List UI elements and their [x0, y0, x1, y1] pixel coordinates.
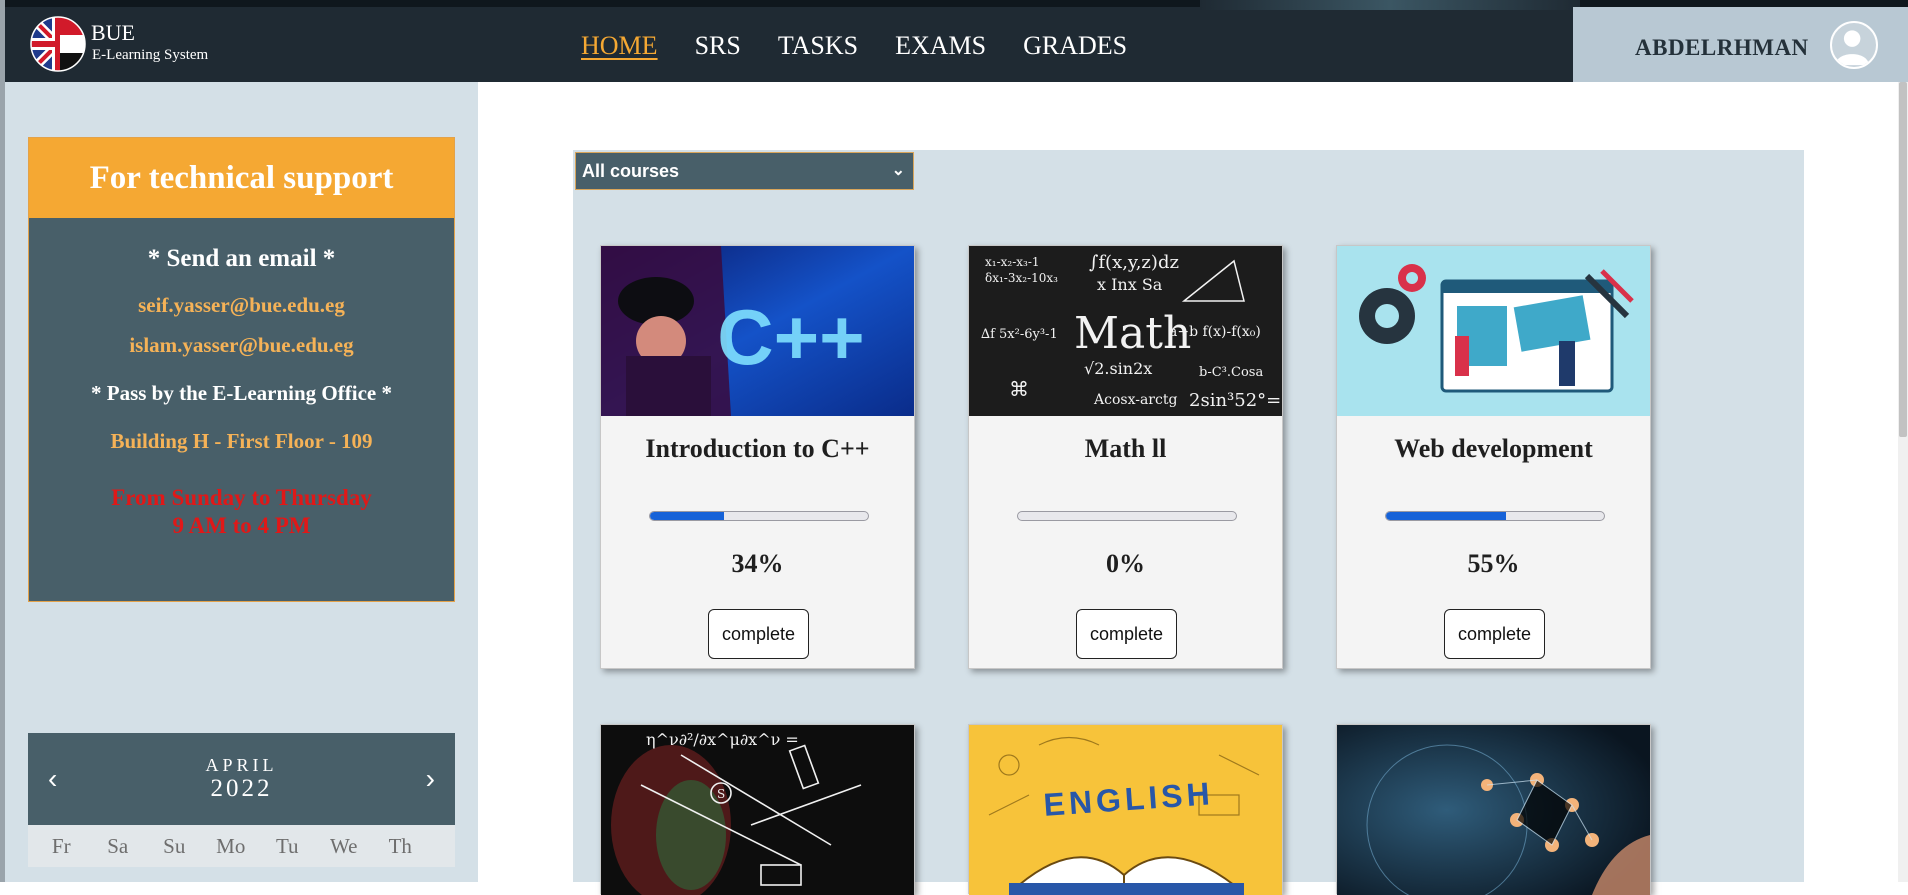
nav-tasks[interactable]: TASKS	[778, 30, 858, 66]
course-title: Introduction to C++	[645, 434, 870, 463]
user-avatar-icon[interactable]	[1830, 21, 1878, 69]
course-title: Web development	[1394, 434, 1593, 463]
svg-text:x₁-x₂-x₃-1: x₁-x₂-x₃-1	[985, 255, 1040, 269]
support-email-2[interactable]: islam.yasser@bue.edu.eg	[29, 333, 454, 358]
top-strip	[0, 0, 1908, 7]
calendar-year: 2022	[210, 775, 273, 802]
math-course-image: Math x₁-x₂-x₃-1 δx₁-3x₂-10x₃ ∫f(x,y,z)dz…	[969, 246, 1282, 416]
course-card[interactable]: ENGLISH	[968, 724, 1283, 895]
course-card[interactable]	[1336, 724, 1651, 895]
course-filter-value: All courses	[582, 161, 680, 181]
user-menu[interactable]: ABDELRHMAN	[1573, 7, 1908, 82]
logo[interactable]: BUE E-Learning System	[30, 16, 220, 76]
svg-text:C++: C++	[717, 293, 864, 381]
technical-support-panel: For technical support * Send an email * …	[28, 137, 455, 602]
support-email-1[interactable]: seif.yasser@bue.edu.eg	[29, 293, 454, 318]
svg-text:δx₁-3x₂-10x₃: δx₁-3x₂-10x₃	[985, 271, 1058, 285]
network-course-image	[1337, 725, 1650, 895]
svg-text:Acosx-arctg: Acosx-arctg	[1093, 392, 1177, 408]
logo-subtitle: E-Learning System	[92, 47, 209, 63]
svg-text:2sin³52°=1: 2sin³52°=1	[1189, 390, 1282, 411]
page-scrollbar[interactable]	[1898, 82, 1908, 882]
svg-text:x Inx Sa: x Inx Sa	[1097, 275, 1163, 294]
support-title: For technical support	[29, 138, 454, 218]
course-progress-bar	[1385, 511, 1605, 521]
course-card[interactable]: η^ν∂²/∂x^μ∂x^ν = S	[600, 724, 915, 895]
svg-text:∆f 5x²-6y³-1: ∆f 5x²-6y³-1	[981, 327, 1058, 342]
office-hours-time: 9 AM to 4 PM	[172, 513, 311, 538]
nav-srs[interactable]: SRS	[695, 30, 741, 66]
nav-grades[interactable]: GRADES	[1023, 30, 1127, 66]
logo-title: BUE	[91, 20, 135, 45]
weekday-th: Th	[388, 834, 412, 858]
course-title: Math ll	[1084, 434, 1167, 463]
weekday-tu: Tu	[275, 834, 299, 858]
calendar-weekdays: Fr Sa Su Mo Tu We Th	[28, 825, 455, 867]
svg-text:b-C³.Cosa: b-C³.Cosa	[1199, 365, 1263, 380]
course-progress-label: 34%	[731, 549, 784, 578]
complete-button[interactable]: complete	[708, 609, 809, 659]
svg-text:√2.sin2x: √2.sin2x	[1084, 359, 1152, 378]
progress-fill	[650, 512, 725, 520]
course-progress-bar	[649, 511, 869, 521]
chevron-down-icon: ⌄	[891, 162, 905, 179]
scrollbar-thumb[interactable]	[1899, 82, 1907, 437]
weekday-su: Su	[163, 834, 186, 858]
nav-home[interactable]: HOME	[581, 30, 658, 66]
weekday-we: We	[330, 834, 358, 858]
complete-button[interactable]: complete	[1444, 609, 1545, 659]
calendar-header: ‹ APRIL 2022 ›	[28, 733, 455, 825]
course-progress-label: 55%	[1467, 549, 1520, 578]
weekday-sa: Sa	[107, 834, 129, 858]
nav-exams[interactable]: EXAMS	[895, 30, 986, 66]
calendar: ‹ APRIL 2022 › Fr Sa Su Mo Tu We Th	[28, 733, 455, 882]
uk-egypt-flag-logo-icon	[30, 16, 86, 72]
svg-text:⌘: ⌘	[1009, 377, 1029, 401]
course-card[interactable]: Web development 55% complete	[1336, 245, 1651, 669]
weekday-mo: Mo	[216, 834, 246, 858]
course-filter-select[interactable]: All courses ⌄	[575, 152, 914, 190]
main-nav: HOME SRS TASKS EXAMS GRADES	[581, 30, 1164, 66]
physics-course-image: η^ν∂²/∂x^μ∂x^ν = S	[601, 725, 914, 895]
calendar-next-icon[interactable]: ›	[426, 763, 435, 795]
complete-button[interactable]: complete	[1076, 609, 1177, 659]
svg-text:η^ν∂²/∂x^μ∂x^ν =: η^ν∂²/∂x^μ∂x^ν =	[646, 730, 799, 749]
course-card[interactable]: Math x₁-x₂-x₃-1 δx₁-3x₂-10x₃ ∫f(x,y,z)dz…	[968, 245, 1283, 669]
web-course-image	[1337, 246, 1650, 416]
svg-text:S: S	[717, 787, 725, 801]
svg-text:a+b f(x)-f(x₀): a+b f(x)-f(x₀)	[1169, 324, 1261, 340]
office-heading: * Pass by the E-Learning Office *	[91, 381, 392, 405]
office-location: Building H - First Floor - 109	[110, 429, 373, 453]
course-progress-label: 0%	[1106, 549, 1145, 578]
weekday-fr: Fr	[51, 834, 71, 858]
progress-fill	[1386, 512, 1506, 520]
course-card[interactable]: C++ Introduction to C++ 34% complete	[600, 245, 915, 669]
header-decoration	[1200, 0, 1580, 10]
course-progress-bar	[1017, 511, 1237, 521]
cpp-course-image: C++	[601, 246, 914, 416]
calendar-month: APRIL	[205, 755, 278, 775]
user-name[interactable]: ABDELRHMAN	[1635, 35, 1809, 61]
svg-text:∫f(x,y,z)dz: ∫f(x,y,z)dz	[1089, 252, 1179, 273]
office-hours-days: From Sunday to Thursday	[111, 485, 372, 510]
english-course-image: ENGLISH	[969, 725, 1282, 895]
email-heading: * Send an email *	[147, 245, 336, 272]
